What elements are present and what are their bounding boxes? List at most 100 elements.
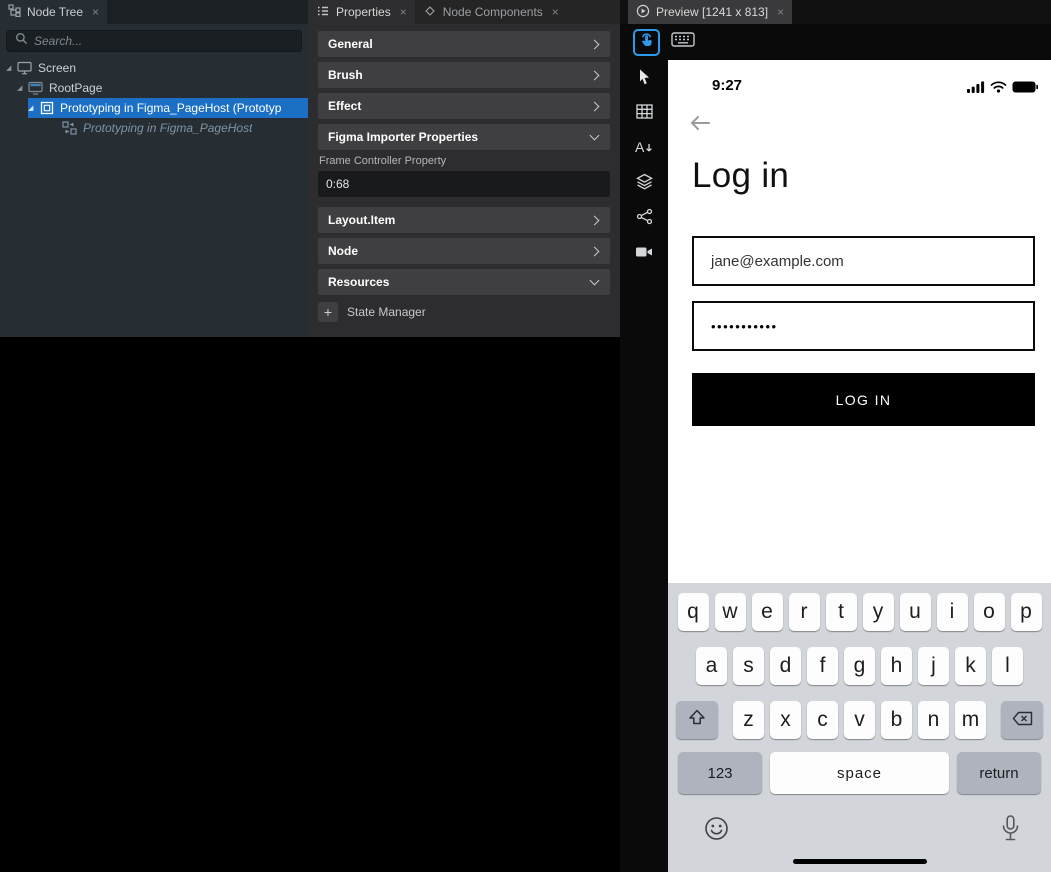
key-d[interactable]: d [770, 647, 801, 685]
selected-row-highlight: ◢ Prototyping in Figma_PageHost (Prototy… [28, 98, 308, 118]
chevron-right-icon [590, 39, 600, 49]
back-button[interactable] [688, 114, 712, 137]
backspace-key[interactable] [1001, 701, 1043, 739]
key-w[interactable]: w [715, 593, 746, 631]
expander-icon[interactable]: ◢ [28, 105, 39, 112]
preview-tabbar: Preview [1241 x 813] × [620, 0, 1051, 24]
dictation-button[interactable] [1002, 815, 1019, 846]
key-t[interactable]: t [826, 593, 857, 631]
key-u[interactable]: u [900, 593, 931, 631]
key-b[interactable]: b [881, 701, 912, 739]
key-v[interactable]: v [844, 701, 875, 739]
tree-item-label: Prototyping in Figma_PageHost [83, 121, 252, 135]
play-icon [636, 4, 650, 21]
properties-panel: General Brush Effect Figma Importer Prop… [308, 24, 620, 337]
section-brush[interactable]: Brush [318, 62, 610, 88]
tab-node-tree[interactable]: Node Tree × [0, 0, 107, 24]
chevron-right-icon [590, 246, 600, 256]
section-label: Figma Importer Properties [328, 130, 478, 144]
key-z[interactable]: z [733, 701, 764, 739]
key-p[interactable]: p [1011, 593, 1042, 631]
layers-tool-button[interactable] [634, 175, 654, 193]
section-figma-importer[interactable]: Figma Importer Properties [318, 124, 610, 150]
keyboard-row-2: a s d f g h j k l [668, 647, 1051, 685]
instance-icon [62, 121, 77, 136]
key-n[interactable]: n [918, 701, 949, 739]
camera-tool-button[interactable] [634, 245, 654, 263]
tab-properties[interactable]: Properties × [308, 0, 415, 24]
key-k[interactable]: k [955, 647, 986, 685]
keyboard-toggle-button[interactable] [671, 31, 695, 53]
tab-preview[interactable]: Preview [1241 x 813] × [628, 0, 792, 24]
frame-controller-input[interactable]: 0:68 [318, 171, 610, 197]
page-icon [28, 81, 43, 96]
password-field[interactable]: ••••••••••• [692, 301, 1035, 351]
keyboard-icon [671, 31, 695, 53]
section-general[interactable]: General [318, 31, 610, 57]
key-x[interactable]: x [770, 701, 801, 739]
key-r[interactable]: r [789, 593, 820, 631]
key-i[interactable]: i [937, 593, 968, 631]
key-g[interactable]: g [844, 647, 875, 685]
home-indicator[interactable] [793, 859, 927, 864]
space-key[interactable]: space [770, 752, 949, 794]
section-layout-item[interactable]: Layout.Item [318, 207, 610, 233]
search-icon [15, 32, 28, 50]
key-l[interactable]: l [992, 647, 1023, 685]
emoji-keyboard-button[interactable] [704, 816, 729, 846]
microphone-icon [1002, 828, 1019, 845]
tree-item-screen[interactable]: ◢ Screen [0, 58, 308, 78]
chevron-right-icon [590, 101, 600, 111]
key-h[interactable]: h [881, 647, 912, 685]
close-icon[interactable]: × [400, 5, 407, 19]
tree-item-rootpage[interactable]: ◢ RootPage [0, 78, 308, 98]
flow-icon [636, 208, 653, 230]
tab-node-components[interactable]: Node Components × [415, 0, 567, 24]
add-state-manager-button[interactable]: + [318, 302, 338, 322]
node-tree-icon [8, 4, 21, 20]
key-c[interactable]: c [807, 701, 838, 739]
key-j[interactable]: j [918, 647, 949, 685]
font-tool-button[interactable]: A [634, 140, 654, 158]
shift-icon [688, 708, 706, 732]
numbers-key[interactable]: 123 [678, 752, 762, 794]
key-a[interactable]: a [696, 647, 727, 685]
key-o[interactable]: o [974, 593, 1005, 631]
login-button[interactable]: LOG IN [692, 373, 1035, 426]
flow-tool-button[interactable] [634, 210, 654, 228]
tree-item-prototyping-frame[interactable]: ◢ Prototyping in Figma_PageHost (Prototy… [0, 98, 308, 118]
key-q[interactable]: q [678, 593, 709, 631]
key-y[interactable]: y [863, 593, 894, 631]
section-resources[interactable]: Resources [318, 269, 610, 295]
frame-controller-label: Frame Controller Property [319, 155, 610, 167]
search-input[interactable] [34, 34, 293, 48]
expander-icon[interactable]: ◢ [6, 65, 17, 72]
chevron-right-icon [590, 215, 600, 225]
touch-mode-button[interactable] [633, 29, 660, 56]
section-node[interactable]: Node [318, 238, 610, 264]
properties-icon [316, 4, 330, 21]
key-f[interactable]: f [807, 647, 838, 685]
section-effect[interactable]: Effect [318, 93, 610, 119]
shift-key[interactable] [676, 701, 718, 739]
key-m[interactable]: m [955, 701, 986, 739]
search-box[interactable] [6, 30, 302, 52]
email-field[interactable]: jane@example.com [692, 236, 1035, 286]
close-icon[interactable]: × [92, 5, 99, 19]
node-tree: ◢ Screen ◢ RootPage ◢ Pr [0, 58, 308, 138]
table-tool-button[interactable] [634, 105, 654, 123]
key-e[interactable]: e [752, 593, 783, 631]
key-s[interactable]: s [733, 647, 764, 685]
select-tool-button[interactable] [634, 70, 654, 88]
close-icon[interactable]: × [552, 5, 559, 19]
return-key[interactable]: return [957, 752, 1041, 794]
expander-icon[interactable]: ◢ [17, 85, 28, 92]
close-icon[interactable]: × [777, 5, 784, 19]
section-label: Layout.Item [328, 213, 395, 227]
cellular-signal-icon [967, 80, 985, 98]
state-manager-label: State Manager [347, 305, 426, 319]
tree-item-prototyping-instance[interactable]: Prototyping in Figma_PageHost [0, 118, 308, 138]
svg-text:A: A [635, 139, 645, 155]
chevron-down-icon [590, 131, 600, 141]
properties-tabbar: Properties × Node Components × [308, 0, 620, 24]
